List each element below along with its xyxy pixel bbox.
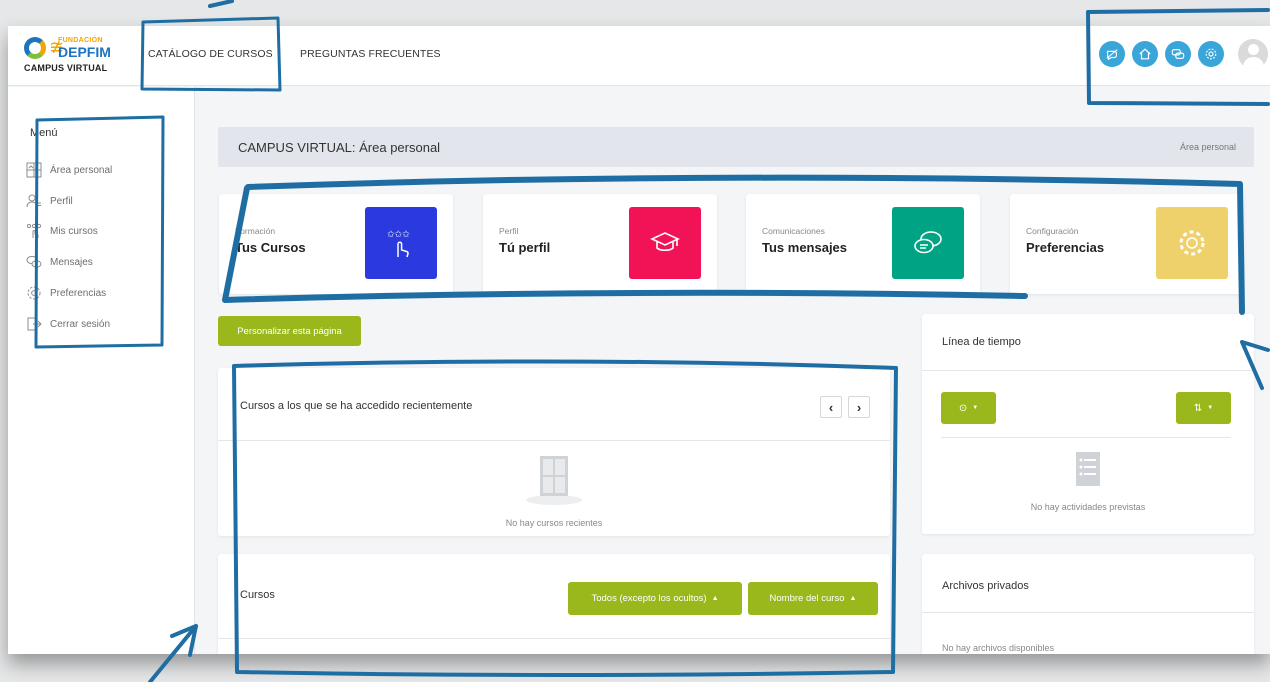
empty-files-text: No hay archivos disponibles <box>942 643 1055 653</box>
sort-icon: ⇅ <box>1193 402 1203 414</box>
timeline-sort-button[interactable]: ⇅ ▼ <box>1176 392 1231 424</box>
clock-icon: ⊙ <box>958 402 968 414</box>
prev-button[interactable]: ‹ <box>820 396 842 418</box>
svg-text:✩✩✩: ✩✩✩ <box>387 230 410 240</box>
annotation-stroke <box>208 0 234 8</box>
avatar-head <box>1248 44 1259 55</box>
menu-title: Menú <box>30 127 58 139</box>
caret-up-icon: ▲ <box>711 595 719 602</box>
card-caption: Formación <box>235 226 276 236</box>
timeline-panel: Línea de tiempo ⊙ ▼ ⇅ ▼ No hay actividades… <box>922 314 1254 534</box>
messages-off-icon[interactable] <box>1099 41 1125 67</box>
gear-icon <box>1156 207 1228 279</box>
sidebar-item-label: Área personal <box>50 164 113 176</box>
private-files-panel: Archivos privados No hay archivos dispon… <box>922 554 1254 654</box>
logo-mark <box>24 37 46 59</box>
sort-dropdown-button[interactable]: Nombre del curso ▲ <box>748 582 878 615</box>
sidebar-item-label: Cerrar sesión <box>50 318 111 330</box>
page-header: CAMPUS VIRTUAL: Área personal Área perso… <box>218 127 1254 167</box>
timeline-filter-button[interactable]: ⊙ ▼ <box>941 392 996 424</box>
header-icon-group <box>1099 41 1224 67</box>
chat-bubbles-icon <box>892 207 964 279</box>
home-icon[interactable] <box>1132 41 1158 67</box>
logo-small-text: FUNDACIÓN <box>58 37 103 44</box>
recent-courses-title: Cursos a los que se ha accedido reciente… <box>240 400 473 412</box>
caret-down-icon: ▼ <box>972 405 979 411</box>
card-caption: Perfil <box>499 226 519 236</box>
sidebar-item-area-personal[interactable]: Área personal <box>26 159 186 181</box>
dashboard-icon <box>26 162 42 178</box>
avatar-body <box>1243 57 1264 69</box>
gear-icon[interactable] <box>1198 41 1224 67</box>
card-title: Tus mensajes <box>762 240 848 255</box>
sort-label: Nombre del curso <box>769 593 845 604</box>
sidebar-item-label: Mensajes <box>50 256 93 268</box>
sidebar-item-mis-cursos[interactable]: Mis cursos <box>26 220 186 242</box>
nav-catalogo-cursos[interactable]: CATÁLOGO DE CURSOS <box>148 48 273 60</box>
card-caption: Configuración <box>1026 226 1079 236</box>
sidebar-item-label: Preferencias <box>50 287 107 299</box>
logo-name: DEPFIM <box>58 44 111 60</box>
filter-label: Todos (excepto los ocultos) <box>591 593 707 604</box>
next-button[interactable]: › <box>848 396 870 418</box>
user-avatar[interactable] <box>1238 39 1268 69</box>
page-title: CAMPUS VIRTUAL: Área personal <box>238 140 441 155</box>
empty-timeline-icon <box>1076 452 1100 486</box>
sidebar-item-mensajes[interactable]: Mensajes <box>26 251 186 273</box>
caret-up-icon: ▲ <box>849 595 857 602</box>
filter-dropdown-button[interactable]: Todos (excepto los ocultos) ▲ <box>568 582 742 615</box>
site-logo[interactable]: ≇ FUNDACIÓN DEPFIM CAMPUS VIRTUAL <box>24 35 134 77</box>
sidebar-menu: Menú Área personal Perfil Mis cursos Men… <box>8 87 195 654</box>
messages-icon <box>26 255 42 268</box>
sidebar-item-preferencias[interactable]: Preferencias <box>26 282 186 304</box>
logout-icon <box>27 317 42 331</box>
card-title: Preferencias <box>1026 240 1105 255</box>
caret-down-icon: ▼ <box>1207 405 1214 411</box>
sidebar-item-label: Mis cursos <box>50 225 98 237</box>
empty-recent-text: No hay cursos recientes <box>505 518 603 528</box>
sidebar-item-label: Perfil <box>50 195 73 207</box>
touch-stars-icon: ✩✩✩ <box>365 207 437 279</box>
top-navbar: ≇ FUNDACIÓN DEPFIM CAMPUS VIRTUAL CATÁLO… <box>8 26 1270 86</box>
divider <box>922 612 1254 613</box>
divider <box>218 638 890 639</box>
card-caption: Comunicaciones <box>762 226 825 236</box>
logo-subtitle: CAMPUS VIRTUAL <box>24 63 108 73</box>
breadcrumb[interactable]: Área personal <box>1180 142 1236 152</box>
timeline-title: Línea de tiempo <box>942 336 1021 348</box>
card-title: Tú perfil <box>499 240 551 255</box>
customize-page-button[interactable]: Personalizar esta página <box>218 316 361 346</box>
card-title: Tus Cursos <box>235 240 306 255</box>
recent-courses-panel: Cursos a los que se ha accedido reciente… <box>218 368 890 536</box>
divider <box>218 440 890 441</box>
empty-timeline-text: No hay actividades previstas <box>1030 502 1146 512</box>
card-preferencias[interactable]: Configuración Preferencias <box>1010 194 1244 294</box>
card-tu-perfil[interactable]: Perfil Tú perfil <box>483 194 717 294</box>
graduation-cap-icon <box>629 207 701 279</box>
sidebar-item-cerrar-sesion[interactable]: Cerrar sesión <box>26 313 186 335</box>
empty-courses-icon <box>526 456 582 505</box>
divider <box>941 437 1231 438</box>
moodle-dashboard: ≇ FUNDACIÓN DEPFIM CAMPUS VIRTUAL CATÁLO… <box>8 26 1270 654</box>
sidebar-item-perfil[interactable]: Perfil <box>26 190 186 212</box>
nav-preguntas-frecuentes[interactable]: PREGUNTAS FRECUENTES <box>300 48 441 60</box>
courses-title: Cursos <box>240 589 275 601</box>
card-tus-mensajes[interactable]: Comunicaciones Tus mensajes <box>746 194 980 294</box>
divider <box>922 370 1254 371</box>
chat-icon[interactable] <box>1165 41 1191 67</box>
courses-panel: Cursos Todos (excepto los ocultos) ▲ Nom… <box>218 554 890 654</box>
courses-icon <box>26 223 42 238</box>
private-files-title: Archivos privados <box>942 580 1029 592</box>
gear-icon <box>27 286 41 300</box>
card-tus-cursos[interactable]: Formación Tus Cursos ✩✩✩ <box>219 194 453 294</box>
profile-icon <box>26 194 41 208</box>
